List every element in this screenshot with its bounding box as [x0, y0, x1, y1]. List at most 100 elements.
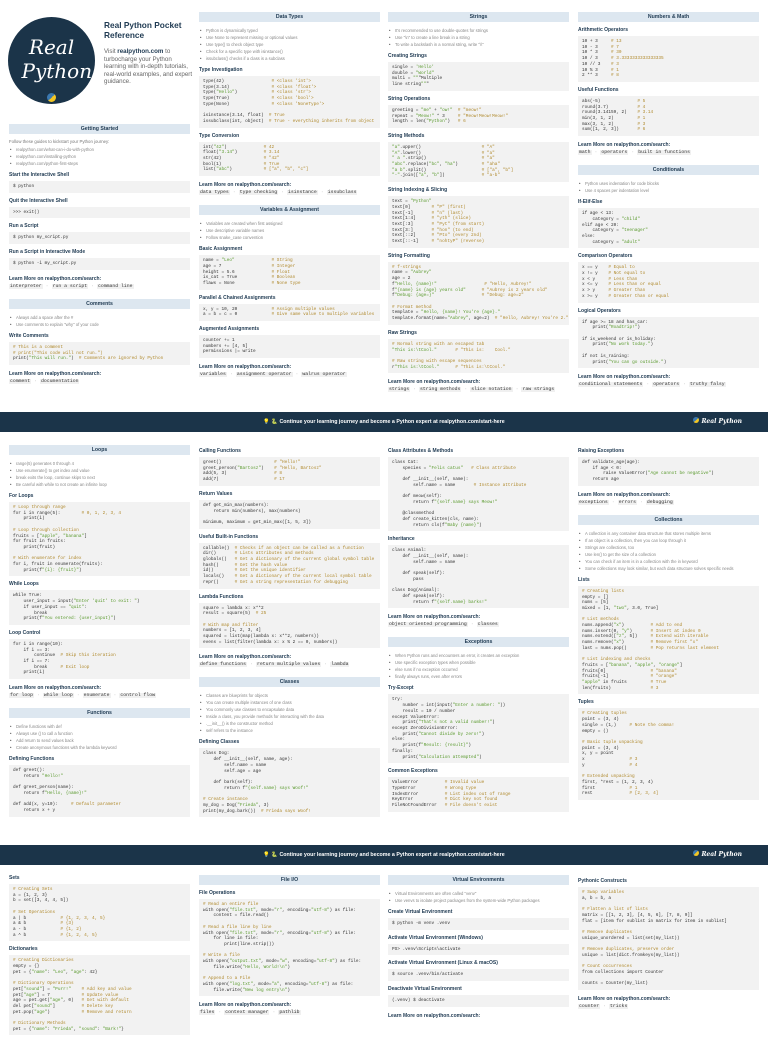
- search-tag[interactable]: while loop: [42, 693, 74, 699]
- code-string: "Python": [410, 199, 432, 205]
- search-tags: variables · assignment operator · walrus ope…: [199, 372, 380, 378]
- search-tag[interactable]: issubclass: [326, 190, 358, 196]
- code-comment: # <class 'NoneType'>: [268, 101, 325, 107]
- code-text: species =: [392, 465, 429, 471]
- code-text: counts = Counter(my_list): [582, 981, 648, 987]
- search-tag[interactable]: tricks: [609, 1003, 629, 1009]
- code-string: "Aubrey": [410, 270, 432, 276]
- search-tag[interactable]: object oriented programming: [388, 622, 468, 628]
- search-tag[interactable]: truthy falsy: [689, 382, 726, 388]
- search-tag[interactable]: for loop: [9, 693, 35, 699]
- code-comment: # Frieda says Woof!: [258, 808, 312, 814]
- code-text: locals(): [203, 574, 232, 580]
- tag-separator: ·: [91, 283, 94, 289]
- code-string: "log.txt": [229, 981, 254, 987]
- code-string: "Debug: {age=}": [394, 293, 435, 299]
- search-tags: comment · documentation: [9, 378, 190, 384]
- code-text: , encoding=: [282, 907, 312, 913]
- code-block: counter += 1 numbers += [4, 5] permissions…: [199, 335, 380, 359]
- search-tag[interactable]: control flow: [119, 693, 156, 699]
- intro-link[interactable]: realpython.com: [117, 48, 163, 55]
- code-text: def greet():: [13, 768, 45, 774]
- search-tag[interactable]: exceptions: [578, 499, 609, 505]
- logo-text: Real Python: [21, 35, 93, 83]
- code-text: pet[: [13, 986, 24, 992]
- search-tag[interactable]: built in functions: [637, 150, 692, 156]
- code-comment: # Loop through range: [13, 505, 66, 510]
- code-text: 10 + 3: [582, 39, 609, 44]
- search-tag[interactable]: enumerate: [82, 693, 111, 699]
- code-text: y: [582, 762, 627, 768]
- search-tag[interactable]: conditional statements: [578, 382, 644, 388]
- code-text: ): [629, 628, 648, 634]
- search-tag[interactable]: raw strings: [521, 387, 556, 393]
- code-text: @classmethod: [392, 511, 435, 517]
- search-tag[interactable]: operators: [652, 382, 681, 388]
- search-tag[interactable]: run a script: [51, 283, 89, 289]
- search-tag[interactable]: operators: [600, 150, 629, 156]
- search-tag[interactable]: classes: [476, 622, 499, 628]
- search-tag[interactable]: string methods: [419, 387, 462, 393]
- learn-more-label: Learn More on realpython.com/search:: [199, 182, 292, 189]
- promo-banner[interactable]: 💡 🐍 Continue your learning journey and b…: [0, 845, 768, 865]
- code-text: self.name = name: [392, 482, 472, 488]
- search-tag[interactable]: return multiple values: [255, 662, 322, 668]
- search-tag[interactable]: variables: [199, 372, 227, 378]
- code-text: ]: [84, 533, 87, 539]
- code-text: finally:: [392, 748, 414, 754]
- search-tag[interactable]: pathlib: [278, 1010, 301, 1016]
- code-text: elif age < 20:: [582, 222, 619, 228]
- code-text: unique_unordered = list(set(my_list)): [582, 935, 680, 941]
- code-text: square = lambda x: x**2: [203, 605, 264, 611]
- search-tag[interactable]: counter: [578, 1003, 601, 1009]
- code-text: ): [637, 325, 640, 331]
- code-text: bool(1): [203, 161, 261, 167]
- promo-banner[interactable]: 💡 🐍 Continue your learning journey and b…: [0, 412, 768, 432]
- code-text: x < y: [582, 276, 606, 282]
- code-text: rest: [582, 791, 627, 797]
- code-text: str(42): [203, 156, 261, 162]
- search-tag[interactable]: walrus operator: [301, 372, 347, 378]
- code-comment: # <class 'int'>: [268, 79, 312, 84]
- code-text: 10 * 3: [582, 50, 609, 56]
- search-tag[interactable]: math: [578, 150, 592, 156]
- code-text: : 42}: [84, 969, 98, 975]
- search-tag[interactable]: type checking: [238, 190, 279, 196]
- search-tag[interactable]: assignment operator: [235, 372, 293, 378]
- search-tag[interactable]: define functions: [199, 662, 248, 668]
- search-tag[interactable]: comment: [9, 378, 32, 384]
- code-text: pet = {: [13, 969, 32, 975]
- search-tag[interactable]: documentation: [40, 378, 80, 384]
- search-tag[interactable]: strings: [388, 387, 411, 393]
- search-tag[interactable]: command line: [97, 283, 134, 289]
- code-text: add(7): [203, 477, 272, 483]
- tag-separator: ·: [515, 387, 519, 393]
- search-tag[interactable]: lambda: [330, 662, 350, 668]
- search-tag[interactable]: debugging: [645, 499, 674, 505]
- bullet-item: Create anonymous functions with the lamb…: [9, 744, 190, 751]
- code-string: "name": [31, 1026, 48, 1032]
- subsection-title: If-Elif-Else: [578, 199, 603, 206]
- search-tag[interactable]: interpreter: [9, 283, 43, 289]
- code-text: type(None): [203, 101, 269, 107]
- code-comment: # {1, 2, 3, 4, 5}: [57, 915, 106, 921]
- search-tag[interactable]: data types: [199, 190, 230, 196]
- code-comment: # True - everything inherits from object: [266, 118, 375, 124]
- code-line: $ python my_script.py: [13, 235, 186, 241]
- code-comment: # Greater than or equal: [605, 293, 669, 299]
- code-text: nums = [5]: [582, 600, 609, 606]
- code-comment: # Remove first "x": [647, 640, 698, 646]
- learn-more-label: Learn More on realpython.com/search:: [388, 614, 481, 621]
- banner-text: 💡 🐍 Continue your learning journey and b…: [263, 419, 505, 425]
- search-tag[interactable]: slice notation: [470, 387, 513, 393]
- code-comment: # Give same value to multiple variables: [268, 312, 375, 318]
- code-comment: # List index out of range: [442, 791, 511, 797]
- code-text: length = len(: [392, 119, 427, 125]
- search-tag[interactable]: errors: [617, 499, 637, 505]
- code-text: def get_min_max(numbers):: [203, 502, 269, 508]
- section-header: Virtual Environments: [388, 875, 569, 885]
- search-tag[interactable]: files: [199, 1010, 216, 1016]
- tag-separator: ·: [631, 150, 635, 156]
- search-tag[interactable]: context manager: [224, 1010, 270, 1016]
- search-tag[interactable]: isinstance: [287, 190, 318, 196]
